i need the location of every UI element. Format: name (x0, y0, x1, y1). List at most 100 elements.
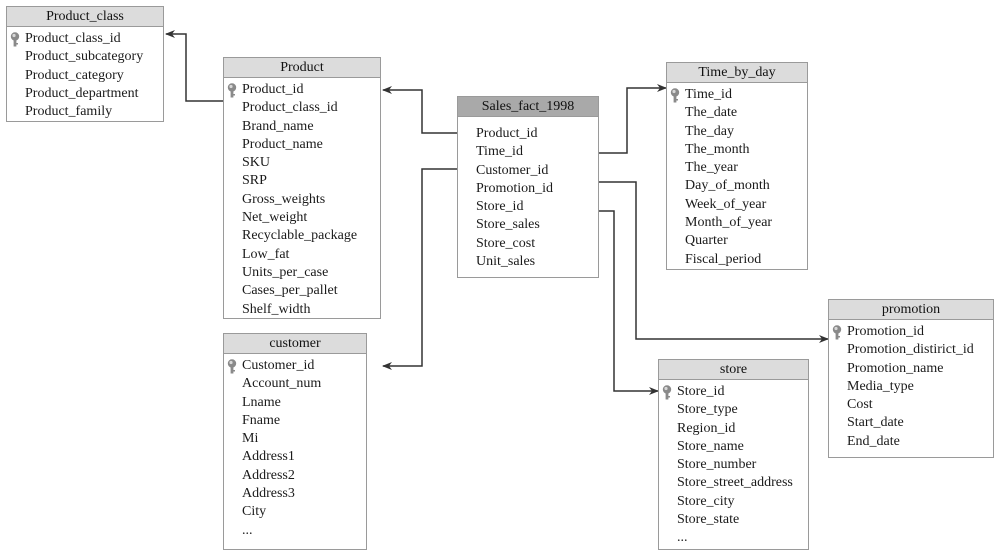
field-row[interactable]: Store_name (659, 438, 808, 456)
field-name: Fiscal_period (685, 251, 762, 267)
field-row[interactable]: Product_family (7, 103, 163, 121)
field-row[interactable]: Product_id (224, 81, 380, 99)
field-row[interactable]: Product_class_id (7, 30, 163, 48)
field-row[interactable]: Address2 (224, 467, 366, 485)
field-row[interactable]: Address3 (224, 485, 366, 503)
table-promotion[interactable]: promotion Promotion_id Promotion_distiric… (828, 299, 994, 458)
primary-key-icon (227, 83, 237, 98)
field-row[interactable]: Cost (829, 396, 993, 414)
field-row[interactable]: Net_weight (224, 209, 380, 227)
field-row[interactable]: The_date (667, 104, 807, 122)
field-row[interactable]: Time_id (667, 86, 807, 104)
field-name: Unit_sales (476, 254, 536, 270)
field-name: Product_department (25, 85, 139, 101)
field-name: Units_per_case (242, 264, 329, 280)
field-row[interactable]: Store_sales (458, 216, 598, 234)
field-row[interactable]: Recyclable_package (224, 227, 380, 245)
field-name: Time_id (476, 144, 523, 160)
table-sales-fact[interactable]: Sales_fact_1998 Product_id Time_id Custome… (457, 96, 599, 278)
field-row[interactable]: ... (224, 522, 366, 540)
field-name: Promotion_distirict_id (847, 342, 974, 358)
field-row[interactable]: Product_subcategory (7, 48, 163, 66)
table-title: Product_class (7, 7, 163, 27)
field-row[interactable]: Store_street_address (659, 474, 808, 492)
field-row[interactable]: Store_city (659, 493, 808, 511)
field-row[interactable]: Shelf_width (224, 301, 380, 319)
field-name: Net_weight (242, 210, 308, 226)
field-row[interactable]: Unit_sales (458, 253, 598, 271)
field-name: Store_id (476, 199, 524, 215)
table-store[interactable]: store Store_id Store_type Region_id Store_n… (658, 359, 809, 550)
field-name: Cost (847, 397, 873, 413)
field-row[interactable]: Lname (224, 394, 366, 412)
field-row[interactable]: Low_fat (224, 246, 380, 264)
field-row[interactable]: Customer_id (224, 357, 366, 375)
field-row[interactable]: Customer_id (458, 162, 598, 180)
field-row[interactable]: Mi (224, 430, 366, 448)
field-row[interactable]: Store_type (659, 401, 808, 419)
field-row[interactable]: Account_num (224, 375, 366, 393)
table-title: customer (224, 334, 366, 354)
field-row[interactable]: The_year (667, 159, 807, 177)
field-row[interactable]: Promotion_id (829, 323, 993, 341)
table-customer[interactable]: customer Customer_id Account_num Lname Fnam… (223, 333, 367, 550)
field-name: Store_type (677, 402, 738, 418)
field-row[interactable]: City (224, 503, 366, 521)
field-row[interactable]: Fname (224, 412, 366, 430)
field-row[interactable]: Media_type (829, 378, 993, 396)
field-row[interactable]: Store_id (659, 383, 808, 401)
table-title: Product (224, 58, 380, 78)
field-row[interactable]: Time_id (458, 143, 598, 161)
field-row[interactable]: SRP (224, 172, 380, 190)
field-row[interactable]: Week_of_year (667, 196, 807, 214)
field-row[interactable]: Product_name (224, 136, 380, 154)
table-title: promotion (829, 300, 993, 320)
field-row[interactable]: Start_date (829, 414, 993, 432)
field-row[interactable]: Store_state (659, 511, 808, 529)
field-row[interactable]: Store_cost (458, 235, 598, 253)
field-row[interactable]: Day_of_month (667, 177, 807, 195)
field-name: ... (242, 522, 253, 538)
field-row[interactable]: SKU (224, 154, 380, 172)
table-product[interactable]: Product Product_id Product_class_id Brand_… (223, 57, 381, 319)
field-row[interactable]: Address1 (224, 448, 366, 466)
field-row[interactable]: Fiscal_period (667, 251, 807, 269)
field-name: Product_class_id (242, 100, 338, 116)
field-name: Account_num (242, 376, 322, 392)
field-row[interactable]: Month_of_year (667, 214, 807, 232)
field-row[interactable]: Region_id (659, 420, 808, 438)
field-name: Brand_name (242, 118, 314, 134)
field-name: Customer_id (242, 358, 315, 373)
field-row[interactable]: Promotion_id (458, 180, 598, 198)
field-row[interactable]: Product_category (7, 67, 163, 85)
link-sales-to-customer (382, 168, 458, 370)
primary-key-icon (10, 32, 20, 47)
primary-key-icon (670, 88, 680, 103)
field-row[interactable]: Quarter (667, 232, 807, 250)
link-sales-to-store (598, 210, 659, 395)
field-name: Low_fat (242, 246, 290, 262)
field-row[interactable]: Product_id (458, 125, 598, 143)
field-name: Week_of_year (685, 196, 767, 212)
field-row[interactable]: Promotion_distirict_id (829, 341, 993, 359)
field-row[interactable]: End_date (829, 433, 993, 451)
field-name: Store_id (677, 384, 725, 399)
field-row[interactable]: Store_number (659, 456, 808, 474)
field-row[interactable]: The_day (667, 123, 807, 141)
field-row[interactable]: Promotion_name (829, 360, 993, 378)
field-row[interactable]: Gross_weights (224, 191, 380, 209)
field-row[interactable]: ... (659, 529, 808, 547)
field-name: Gross_weights (242, 191, 326, 207)
field-row[interactable]: Product_department (7, 85, 163, 103)
table-time-by-day[interactable]: Time_by_day Time_id The_date The_day The_mo… (666, 62, 808, 270)
field-name: Product_id (476, 126, 538, 141)
field-row[interactable]: Units_per_case (224, 264, 380, 282)
field-name: Promotion_id (847, 324, 925, 339)
primary-key-icon (832, 325, 842, 340)
table-product-class[interactable]: Product_class Product_class_id Product_su… (6, 6, 164, 122)
field-row[interactable]: The_month (667, 141, 807, 159)
field-row[interactable]: Cases_per_pallet (224, 282, 380, 300)
field-row[interactable]: Product_class_id (224, 99, 380, 117)
field-row[interactable]: Brand_name (224, 118, 380, 136)
field-row[interactable]: Store_id (458, 198, 598, 216)
